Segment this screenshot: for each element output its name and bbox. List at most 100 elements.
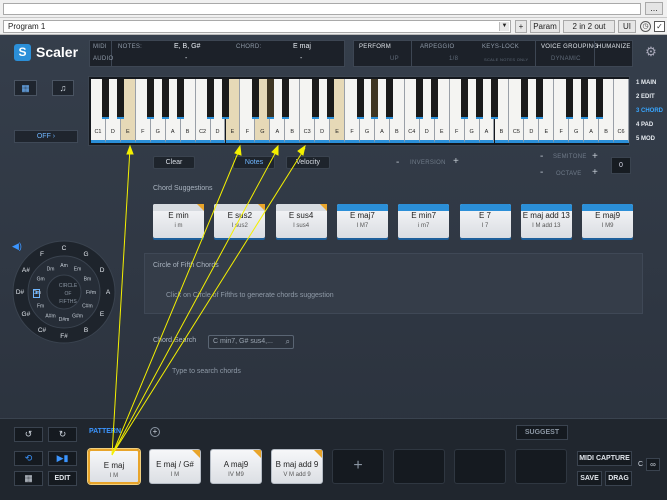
io-button[interactable]: 2 in 2 out bbox=[563, 20, 615, 33]
empty-slot-add[interactable]: + bbox=[332, 449, 384, 484]
chord-suggestion-card[interactable]: E maj9 I M9 bbox=[582, 204, 634, 238]
piano-white-key[interactable]: C6 bbox=[614, 79, 629, 143]
undo-icon[interactable]: ↺ bbox=[14, 427, 43, 442]
chord-suggestion-card[interactable]: E 7 I 7 bbox=[459, 204, 511, 238]
humanize-label[interactable]: HUMANIZE bbox=[597, 44, 631, 50]
semitone-plus[interactable]: + bbox=[592, 151, 598, 162]
piano-black-key[interactable] bbox=[222, 79, 229, 119]
nav-chord[interactable]: 3 CHORD bbox=[636, 106, 664, 117]
chord-suggestion-card[interactable]: E sus2 I sus2 bbox=[214, 204, 266, 238]
piano-black-key[interactable] bbox=[102, 79, 110, 119]
chord-search-input[interactable]: C min7, G# sus4,... ⌕ bbox=[208, 335, 294, 349]
piano-black-key[interactable] bbox=[416, 79, 424, 119]
program-select[interactable]: Program 1 ▼ bbox=[3, 20, 511, 33]
link-icon[interactable]: ∞ bbox=[646, 458, 660, 471]
empty-slot[interactable] bbox=[393, 449, 445, 484]
arp-rate[interactable]: 1/8 bbox=[449, 56, 458, 62]
inversion-minus[interactable]: - bbox=[396, 157, 399, 168]
nav-main[interactable]: 1 MAIN bbox=[636, 78, 664, 89]
notes-button[interactable]: Notes bbox=[233, 156, 275, 169]
octave-minus[interactable]: - bbox=[540, 167, 543, 178]
piano-black-key[interactable] bbox=[580, 79, 588, 119]
lock-icon[interactable]: ∎ bbox=[33, 289, 40, 298]
pattern-tab[interactable]: PATTERN bbox=[89, 425, 135, 440]
circle-minor-label[interactable]: Bm bbox=[84, 277, 92, 283]
piano-black-key[interactable] bbox=[162, 79, 170, 119]
suggest-button[interactable]: SUGGEST bbox=[516, 425, 568, 440]
piano-black-key[interactable] bbox=[117, 79, 125, 119]
speaker-icon[interactable]: ◀) bbox=[12, 241, 22, 252]
octave-plus[interactable]: + bbox=[592, 167, 598, 178]
audio-label[interactable]: AUDIO bbox=[93, 56, 114, 62]
chord-suggestion-card[interactable]: E sus4 I sus4 bbox=[275, 204, 327, 238]
perform-label[interactable]: PERFORM bbox=[359, 44, 391, 50]
clock-icon[interactable]: ◷ bbox=[640, 21, 651, 32]
circle-key-label[interactable]: B bbox=[84, 327, 88, 334]
circle-key-label[interactable]: A bbox=[106, 289, 111, 296]
inversion-plus[interactable]: + bbox=[453, 156, 459, 167]
param-button[interactable]: Param bbox=[530, 20, 560, 33]
circle-key-label[interactable]: G# bbox=[22, 311, 31, 318]
circle-minor-label[interactable]: G#m bbox=[72, 313, 83, 319]
host-menu-button[interactable]: ... bbox=[645, 2, 663, 15]
ui-button[interactable]: UI bbox=[618, 20, 636, 33]
piano-black-key[interactable] bbox=[535, 79, 543, 119]
circle-minor-label[interactable]: Gm bbox=[37, 277, 45, 283]
save-button[interactable]: SAVE bbox=[577, 471, 602, 486]
midi-capture-button[interactable]: MIDI CAPTURE bbox=[577, 451, 632, 466]
piano-black-key[interactable] bbox=[431, 79, 439, 119]
voice-grouping-value[interactable]: DYNAMIC bbox=[551, 56, 581, 62]
clear-button[interactable]: Clear bbox=[153, 156, 195, 169]
circle-minor-label[interactable]: D#m bbox=[59, 317, 70, 323]
arpeggio-label[interactable]: ARPEGGIO bbox=[420, 44, 454, 50]
circle-key-label[interactable]: D# bbox=[16, 289, 25, 296]
pattern-chord-card[interactable]: B maj add 9 V M add 9 bbox=[271, 449, 323, 484]
drag-button[interactable]: DRAG bbox=[605, 471, 632, 486]
grid-icon[interactable]: ▦ bbox=[14, 471, 43, 486]
keys-lock-label[interactable]: KEYS-LOCK bbox=[482, 44, 519, 50]
add-button[interactable]: + bbox=[515, 20, 527, 33]
circle-minor-label[interactable]: C#m bbox=[82, 304, 93, 310]
piano-black-key[interactable] bbox=[476, 79, 484, 119]
piano-black-key[interactable] bbox=[491, 79, 498, 119]
circle-minor-label[interactable]: Em bbox=[74, 267, 82, 273]
piano-black-key[interactable] bbox=[461, 79, 469, 119]
circle-minor-label[interactable]: A#m bbox=[45, 313, 55, 319]
piano-black-key[interactable] bbox=[520, 79, 528, 119]
chord-suggestion-card[interactable]: E min i m bbox=[153, 204, 204, 238]
edit-button[interactable]: EDIT bbox=[48, 471, 77, 486]
host-text-field[interactable] bbox=[3, 3, 641, 15]
chord-suggestion-card[interactable]: E maj7 I M7 bbox=[336, 204, 388, 238]
pattern-chord-card[interactable]: A maj9 IV M9 bbox=[210, 449, 262, 484]
chord-suggestion-card[interactable]: E maj add 13 I M add 13 bbox=[520, 204, 572, 238]
checkbox-icon[interactable]: ✓ bbox=[654, 21, 665, 32]
circle-key-label[interactable]: G bbox=[83, 251, 88, 258]
circle-key-label[interactable]: D bbox=[100, 267, 105, 274]
piano-black-key[interactable] bbox=[311, 79, 319, 119]
pattern-chord-card[interactable]: E maj / G# I M bbox=[149, 449, 201, 484]
piano-black-key[interactable] bbox=[371, 79, 379, 119]
loop-icon[interactable]: ⟲ bbox=[14, 451, 43, 466]
circle-minor-label[interactable]: Fm bbox=[37, 304, 44, 310]
arp-direction[interactable]: UP bbox=[390, 56, 399, 62]
empty-slot[interactable] bbox=[515, 449, 567, 484]
chord-suggestion-card[interactable]: E min7 i m7 bbox=[398, 204, 450, 238]
circle-minor-label[interactable]: F#m bbox=[86, 290, 96, 296]
nav-pad[interactable]: 4 PAD bbox=[636, 120, 664, 131]
piano-black-key[interactable] bbox=[326, 79, 334, 119]
empty-slot[interactable] bbox=[454, 449, 506, 484]
guitar-view-icon[interactable]: ♫ bbox=[52, 80, 74, 96]
circle-key-label[interactable]: F bbox=[40, 251, 44, 258]
piano-black-key[interactable] bbox=[177, 79, 185, 119]
circle-key-label[interactable]: A# bbox=[22, 267, 30, 274]
piano-black-key[interactable] bbox=[251, 79, 259, 119]
off-toggle[interactable]: OFF › bbox=[14, 130, 78, 143]
play-icon[interactable]: ▶▮ bbox=[48, 451, 77, 466]
piano-black-key[interactable] bbox=[595, 79, 603, 119]
nav-edit[interactable]: 2 EDIT bbox=[636, 92, 664, 103]
circle-key-label[interactable]: C bbox=[62, 245, 67, 252]
settings-gear-icon[interactable]: ⚙ bbox=[643, 44, 659, 60]
nav-mod[interactable]: 5 MOD bbox=[636, 134, 664, 145]
circle-key-label[interactable]: F# bbox=[60, 333, 68, 340]
circle-of-fifths[interactable]: CGDAEBF#C#G#D#A#F AmEmBmF#mC#mG#mD#mA#mF… bbox=[12, 240, 116, 344]
